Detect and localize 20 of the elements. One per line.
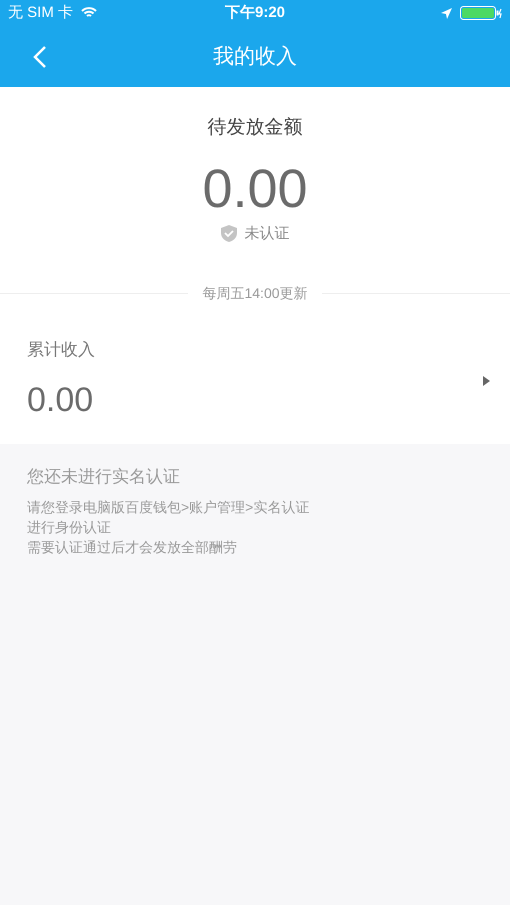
notice-line: 请您登录电脑版百度钱包>账户管理>实名认证 [27,498,310,517]
status-time: 下午9:20 [224,2,286,23]
page-title: 我的收入 [213,44,297,70]
total-income-amount: 0.00 [27,380,94,420]
pending-amount: 0.00 [202,158,308,220]
location-arrow-icon [441,8,452,18]
shield-check-icon [220,225,236,242]
update-note: 每周五14:00更新 [201,284,309,303]
total-income-label: 累计收入 [27,339,96,361]
caret-icon [483,376,490,386]
carrier-label: 无 SIM 卡 [8,2,74,23]
pending-label: 待发放金额 [208,116,302,140]
battery-icon [460,6,502,20]
back-icon [33,45,47,69]
verification-status: 未认证 [244,224,290,244]
wifi-icon [81,7,98,19]
notice-line: 进行身份认证 [27,518,112,537]
notice-title: 您还未进行实名认证 [27,466,181,488]
total-income-row[interactable]: 累计收入 0.00 [0,304,510,444]
notice-line: 需要认证通过后才会发放全部酬劳 [27,538,238,557]
